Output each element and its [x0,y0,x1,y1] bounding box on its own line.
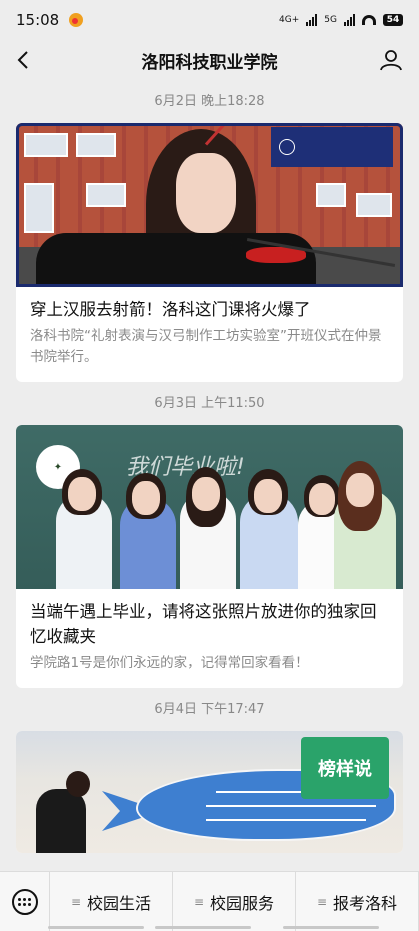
keyboard-icon [11,888,38,915]
menu-item-admissions[interactable]: ≡ 报考洛科 [296,871,419,931]
network-5g-label: 5G [324,15,337,25]
wifi-icon [362,15,376,25]
menu-lines-icon: ≡ [316,894,328,909]
status-indicators: 4G+ 5G 54 [279,14,403,26]
network-4g-label: 4G+ [279,15,300,25]
article-description: 洛科书院“礼射表演与汉弓制作工坊实验室”开班仪式在仲景书院举行。 [30,328,382,365]
menu-lines-icon: ≡ [193,894,205,909]
date-label: 6月2日 晚上18:28 [154,94,265,109]
article-image-graduation: 我们毕业啦! ✦ [16,425,403,589]
article-feed: 6月2日 晚上18:28 穿上汉服去射箭！洛科这门课将火爆了 洛科书院“礼射表演… [0,80,419,853]
keyboard-toggle-button[interactable] [0,871,50,931]
menu-item-label: 校园服务 [210,893,275,913]
article-title: 穿上汉服去射箭！洛科这门课将火爆了 [30,300,311,319]
status-time: 15:08 [16,11,60,29]
date-label: 6月3日 上午11:50 [154,396,265,411]
article-card[interactable]: 榜样说 [16,731,403,853]
article-description: 学院路1号是你们永远的家，记得常回家看看！ [30,655,309,671]
page-title: 洛阳科技职业学院 [141,52,278,73]
article-card[interactable]: 穿上汉服去射箭！洛科这门课将火爆了 洛科书院“礼射表演与汉弓制作工坊实验室”开班… [16,123,403,382]
profile-icon[interactable] [379,48,403,72]
battery-icon: 54 [383,14,403,26]
signal-icon-2 [344,14,355,26]
date-label: 6月4日 下午17:47 [154,702,265,717]
article-image-archery [16,123,403,287]
home-indicator [48,926,144,929]
menu-item-campus-services[interactable]: ≡ 校园服务 [173,871,296,931]
back-icon[interactable] [14,50,34,70]
role-model-sign: 榜样说 [301,737,389,799]
article-title: 当端午遇上毕业，请将这张照片放进你的独家回忆收藏夹 [30,602,377,646]
bottom-menu: ≡ 校园生活 ≡ 校园服务 ≡ 报考洛科 [0,871,419,931]
article-card[interactable]: 我们毕业啦! ✦ 当端午遇上毕业，请将这张照片放进你的独家回忆收藏夹 学院路1号… [16,425,403,688]
home-indicator [155,926,251,929]
signal-icon [306,14,318,26]
status-bar: 15:08 4G+ 5G 54 [0,0,419,40]
home-indicator [283,926,379,929]
weibo-notification-icon [69,13,84,27]
menu-item-campus-life[interactable]: ≡ 校园生活 [50,871,173,931]
article-image-whale-mural: 榜样说 [16,731,403,853]
top-nav: 洛阳科技职业学院 [0,40,419,80]
menu-lines-icon: ≡ [70,894,82,909]
menu-item-label: 校园生活 [87,893,152,913]
menu-item-label: 报考洛科 [333,893,398,913]
